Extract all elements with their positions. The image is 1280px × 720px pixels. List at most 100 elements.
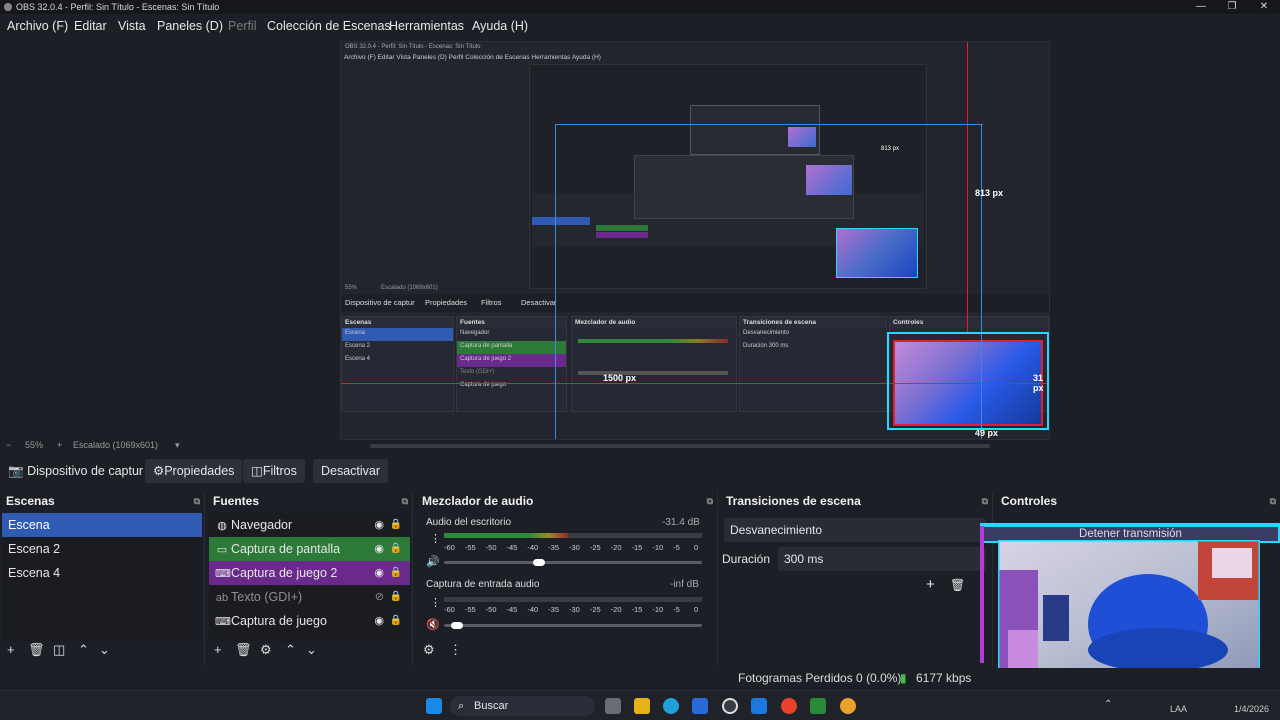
trash-icon[interactable]: 🗑 bbox=[235, 642, 252, 658]
add-icon[interactable]: + bbox=[214, 642, 222, 657]
webcam-selection-frame[interactable] bbox=[887, 332, 1049, 430]
chrome-canary-icon[interactable] bbox=[840, 698, 856, 714]
sources-list: ◍ Navegador ◉ 🔒 ▭ Captura de pantalla ◉ 🔒 ⌨Cap… bbox=[209, 513, 410, 641]
lock-icon[interactable]: 🔒 bbox=[390, 561, 402, 585]
nested-transitions-dock: Transiciones de escena Desvanecimiento D… bbox=[739, 316, 887, 412]
chevron-down-icon[interactable]: ▾ bbox=[175, 440, 180, 451]
app-icon[interactable] bbox=[751, 698, 767, 714]
visibility-eye-icon[interactable]: ◉ bbox=[374, 513, 384, 537]
source-item[interactable]: ⌨Captura de juego ◉ 🔒 bbox=[209, 609, 410, 633]
nested-scenes-dock: Escenas Escena Escena 2 Escena 4 bbox=[341, 316, 454, 412]
move-up-icon[interactable]: ⌃ bbox=[285, 642, 296, 658]
undock-icon[interactable]: ⧉ bbox=[402, 496, 408, 507]
volume-knob[interactable] bbox=[532, 559, 545, 566]
volume-knob[interactable] bbox=[451, 622, 464, 629]
undock-icon[interactable]: ⧉ bbox=[982, 496, 988, 507]
edge-icon[interactable] bbox=[663, 698, 679, 714]
task-view-icon[interactable] bbox=[605, 698, 621, 714]
sources-title: Fuentes bbox=[213, 494, 260, 508]
channel-name: Audio del escritorio bbox=[426, 517, 512, 528]
visibility-eye-icon[interactable]: ◉ bbox=[374, 561, 384, 585]
visibility-eye-icon[interactable]: ◉ bbox=[374, 609, 384, 633]
nested-mixer-dock: Mezclador de audio bbox=[571, 316, 737, 412]
db-tick-label: -25 bbox=[589, 543, 601, 552]
visibility-eye-icon[interactable]: ◉ bbox=[374, 537, 384, 561]
undock-icon[interactable]: ⧉ bbox=[194, 496, 200, 507]
preview-scrollbar[interactable] bbox=[370, 444, 990, 448]
visibility-hidden-icon[interactable]: ⊘ bbox=[375, 585, 384, 609]
bounds-line-top bbox=[555, 124, 983, 125]
zoom-out-button[interactable]: − bbox=[6, 440, 11, 450]
store-icon[interactable] bbox=[692, 698, 708, 714]
preview-canvas[interactable]: OBS 32.0.4 - Perfil: Sin Título - Escena… bbox=[340, 41, 1050, 440]
move-up-icon[interactable]: ⌃ bbox=[78, 642, 89, 658]
taskbar-search[interactable]: ⌕ Buscar bbox=[450, 696, 595, 716]
restore-icon[interactable]: ❐ bbox=[1217, 0, 1247, 14]
lock-icon[interactable]: 🔒 bbox=[390, 537, 402, 561]
file-explorer-icon[interactable] bbox=[634, 698, 650, 714]
kebab-menu-icon[interactable]: ⋮ bbox=[449, 642, 462, 658]
undock-icon[interactable]: ⧉ bbox=[707, 496, 713, 507]
menu-docks[interactable]: Paneles (D) bbox=[157, 19, 223, 33]
lock-icon[interactable]: 🔒 bbox=[390, 609, 402, 633]
speaker-icon[interactable]: 🔊 bbox=[426, 555, 440, 568]
duration-input[interactable]: 300 ms bbox=[778, 547, 986, 571]
trash-icon[interactable]: 🗑 bbox=[28, 642, 45, 658]
lock-icon[interactable]: 🔒 bbox=[390, 585, 402, 609]
menu-view[interactable]: Vista bbox=[118, 19, 146, 33]
kebab-menu-icon[interactable]: ⋮ bbox=[430, 532, 441, 545]
title-bar: OBS 32.0.4 - Perfil: Sin Título - Escena… bbox=[0, 0, 1280, 14]
zoom-in-button[interactable]: + bbox=[57, 440, 62, 450]
gamepad-icon: ⌨ bbox=[215, 568, 231, 580]
advanced-audio-icon[interactable]: ⚙ bbox=[423, 642, 435, 658]
minimize-icon[interactable]: — bbox=[1186, 0, 1216, 14]
move-down-icon[interactable]: ⌄ bbox=[306, 642, 317, 658]
nested-sourcebar: Dispositivo de captur Propiedades Filtro… bbox=[341, 294, 1049, 312]
clock-date[interactable]: 1/4/2026 bbox=[1234, 704, 1269, 714]
transitions-title: Transiciones de escena bbox=[726, 494, 861, 508]
filter-icon[interactable]: ◫ bbox=[53, 642, 65, 658]
nested-window-title: OBS 32.0.4 - Perfil: Sin Título - Escena… bbox=[345, 44, 481, 50]
menu-file[interactable]: Archivo (F) bbox=[7, 19, 68, 33]
muted-speaker-icon[interactable]: 🔇 bbox=[426, 618, 440, 631]
db-tick-label: -50 bbox=[485, 543, 497, 552]
trash-icon[interactable]: 🗑 bbox=[950, 578, 965, 592]
menu-help[interactable]: Ayuda (H) bbox=[472, 19, 528, 33]
db-tick-label: -55 bbox=[464, 543, 476, 552]
move-down-icon[interactable]: ⌄ bbox=[99, 642, 110, 658]
filter-icon: ◫ bbox=[251, 464, 263, 478]
chrome-icon[interactable] bbox=[781, 698, 797, 714]
scene-item[interactable]: Escena 2 bbox=[2, 537, 202, 561]
deactivate-button[interactable]: Desactivar bbox=[313, 459, 389, 483]
menu-scene-collection[interactable]: Colección de Escenas bbox=[267, 19, 391, 33]
add-icon[interactable]: + bbox=[926, 576, 935, 593]
obs-taskbar-icon[interactable] bbox=[722, 698, 738, 714]
gamepad-icon: ⌨ bbox=[215, 616, 231, 628]
source-item[interactable]: ▭ Captura de pantalla ◉ 🔒 bbox=[209, 537, 410, 561]
volume-slider[interactable] bbox=[444, 561, 702, 564]
db-tick-label: -60 bbox=[444, 543, 455, 552]
source-item[interactable]: ◍ Navegador ◉ 🔒 bbox=[209, 513, 410, 537]
language-indicator[interactable]: LAA bbox=[1170, 704, 1187, 714]
source-item[interactable]: ⌨Captura de juego 2 ◉ 🔒 bbox=[209, 561, 410, 585]
scene-item[interactable]: Escena bbox=[2, 513, 202, 537]
gear-icon[interactable]: ⚙ bbox=[260, 642, 272, 658]
filters-button[interactable]: ◫Filtros bbox=[243, 459, 305, 483]
tray-chevron-icon[interactable]: ⌃ bbox=[1104, 699, 1112, 710]
undock-icon[interactable]: ⧉ bbox=[1270, 496, 1276, 507]
kebab-menu-icon[interactable]: ⋮ bbox=[430, 596, 441, 609]
menu-tools[interactable]: Herramientas bbox=[389, 19, 464, 33]
properties-button[interactable]: ⚙Propiedades bbox=[145, 459, 243, 483]
scene-item[interactable]: Escena 4 bbox=[2, 561, 202, 585]
menu-edit[interactable]: Editar bbox=[74, 19, 107, 33]
transition-select[interactable]: Desvanecimiento bbox=[724, 518, 986, 542]
windows-start-icon[interactable] bbox=[426, 698, 442, 714]
add-icon[interactable]: + bbox=[7, 642, 15, 657]
lock-icon[interactable]: 🔒 bbox=[390, 513, 402, 537]
db-tick-label: -40 bbox=[527, 543, 539, 552]
app-icon[interactable] bbox=[810, 698, 826, 714]
neon-frame-left bbox=[980, 523, 984, 663]
source-item[interactable]: ab Texto (GDI+) ⊘ 🔒 bbox=[209, 585, 410, 609]
volume-slider[interactable] bbox=[444, 624, 702, 627]
close-icon[interactable]: ✕ bbox=[1249, 0, 1279, 14]
